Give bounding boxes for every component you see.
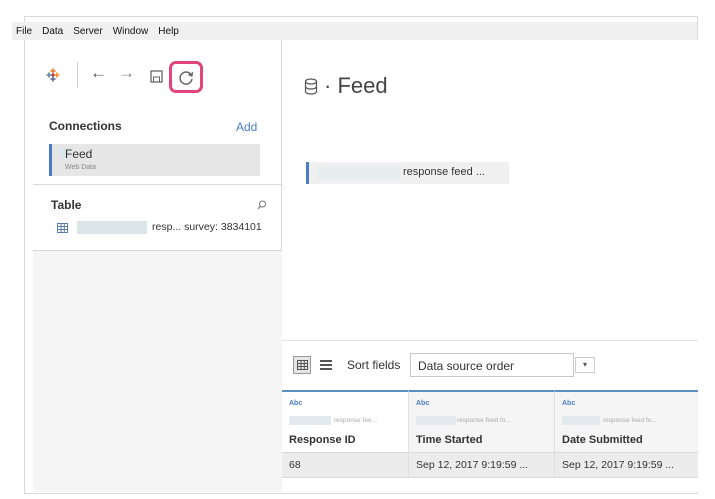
sort-fields-label: Sort fields — [347, 358, 401, 372]
column-header-time-started[interactable]: Abc response feed fo... Time Started — [409, 390, 555, 452]
search-icon[interactable] — [257, 200, 267, 210]
menu-help[interactable]: Help — [158, 26, 179, 37]
grid-view-button[interactable] — [293, 356, 311, 374]
title-prefix: · — [324, 73, 332, 98]
redacted-block — [289, 416, 331, 425]
column-source: response fee... — [334, 417, 377, 424]
menu-server[interactable]: Server — [73, 26, 102, 37]
connection-item[interactable]: Feed Web Data — [49, 144, 260, 176]
sort-selected-value: Data source order — [418, 359, 515, 373]
data-source-sidebar: ← → Connections Add Feed Web Data Table … — [33, 40, 282, 492]
table-cell: Sep 12, 2017 9:19:59 ... — [555, 452, 698, 478]
menu-bar: File Data Server Window Help — [12, 22, 697, 40]
menu-file[interactable]: File — [16, 26, 32, 37]
redacted-block — [416, 416, 456, 425]
connection-name: Feed — [65, 147, 93, 161]
database-icon — [304, 78, 318, 95]
refresh-icon[interactable] — [177, 69, 195, 87]
column-source: response feed fo... — [457, 417, 511, 424]
column-header-response-id[interactable]: Abc response fee... Response ID — [282, 390, 409, 452]
table-cell: 68 — [282, 452, 409, 478]
tableau-logo-icon[interactable] — [46, 68, 60, 82]
table-heading: Table — [51, 198, 82, 212]
sidebar-empty-area — [33, 251, 282, 492]
chevron-down-icon[interactable]: ▾ — [575, 357, 595, 373]
connections-heading: Connections — [49, 119, 122, 133]
table-list-item[interactable]: resp... survey: 3834101 — [57, 221, 279, 235]
menu-window[interactable]: Window — [113, 26, 149, 37]
redacted-block — [317, 166, 401, 180]
column-name: Date Submitted — [562, 434, 643, 446]
list-view-icon[interactable] — [320, 360, 332, 370]
menu-data[interactable]: Data — [42, 26, 63, 37]
grid-view-icon — [297, 360, 308, 370]
column-name: Response ID — [289, 434, 356, 446]
table-grid-icon — [57, 223, 68, 233]
table-name: resp... survey: 3834101 — [152, 221, 262, 233]
title-text: Feed — [337, 73, 388, 98]
string-type-icon[interactable]: Abc — [416, 400, 429, 407]
sort-fields-dropdown[interactable]: Data source order ▾ — [410, 353, 595, 377]
divider — [33, 184, 282, 185]
add-connection-link[interactable]: Add — [236, 120, 257, 134]
data-grid: Abc response fee... Response ID Abc resp… — [282, 390, 698, 493]
redacted-block — [562, 416, 600, 425]
table-cell: Sep 12, 2017 9:19:59 ... — [409, 452, 555, 478]
column-source: response feed fo... — [603, 417, 657, 424]
canvas-table-chip[interactable]: response feed ... — [306, 162, 509, 184]
redacted-block — [77, 221, 147, 234]
data-grid-panel: Sort fields Data source order ▾ Abc resp… — [282, 340, 698, 492]
back-arrow-icon[interactable]: ← — [90, 64, 107, 81]
table-chip-label: response feed ... — [403, 166, 485, 178]
connection-type: Web Data — [65, 164, 96, 171]
data-source-title[interactable]: · Feed — [324, 73, 388, 99]
string-type-icon[interactable]: Abc — [289, 400, 302, 407]
string-type-icon[interactable]: Abc — [562, 400, 575, 407]
column-header-date-submitted[interactable]: Abc response feed fo... Date Submitted — [555, 390, 698, 452]
join-canvas: · Feed response feed ... — [282, 40, 698, 340]
forward-arrow-icon[interactable]: → — [118, 64, 135, 81]
save-icon[interactable] — [150, 70, 163, 83]
column-name: Time Started — [416, 434, 483, 446]
toolbar-separator — [77, 62, 78, 88]
